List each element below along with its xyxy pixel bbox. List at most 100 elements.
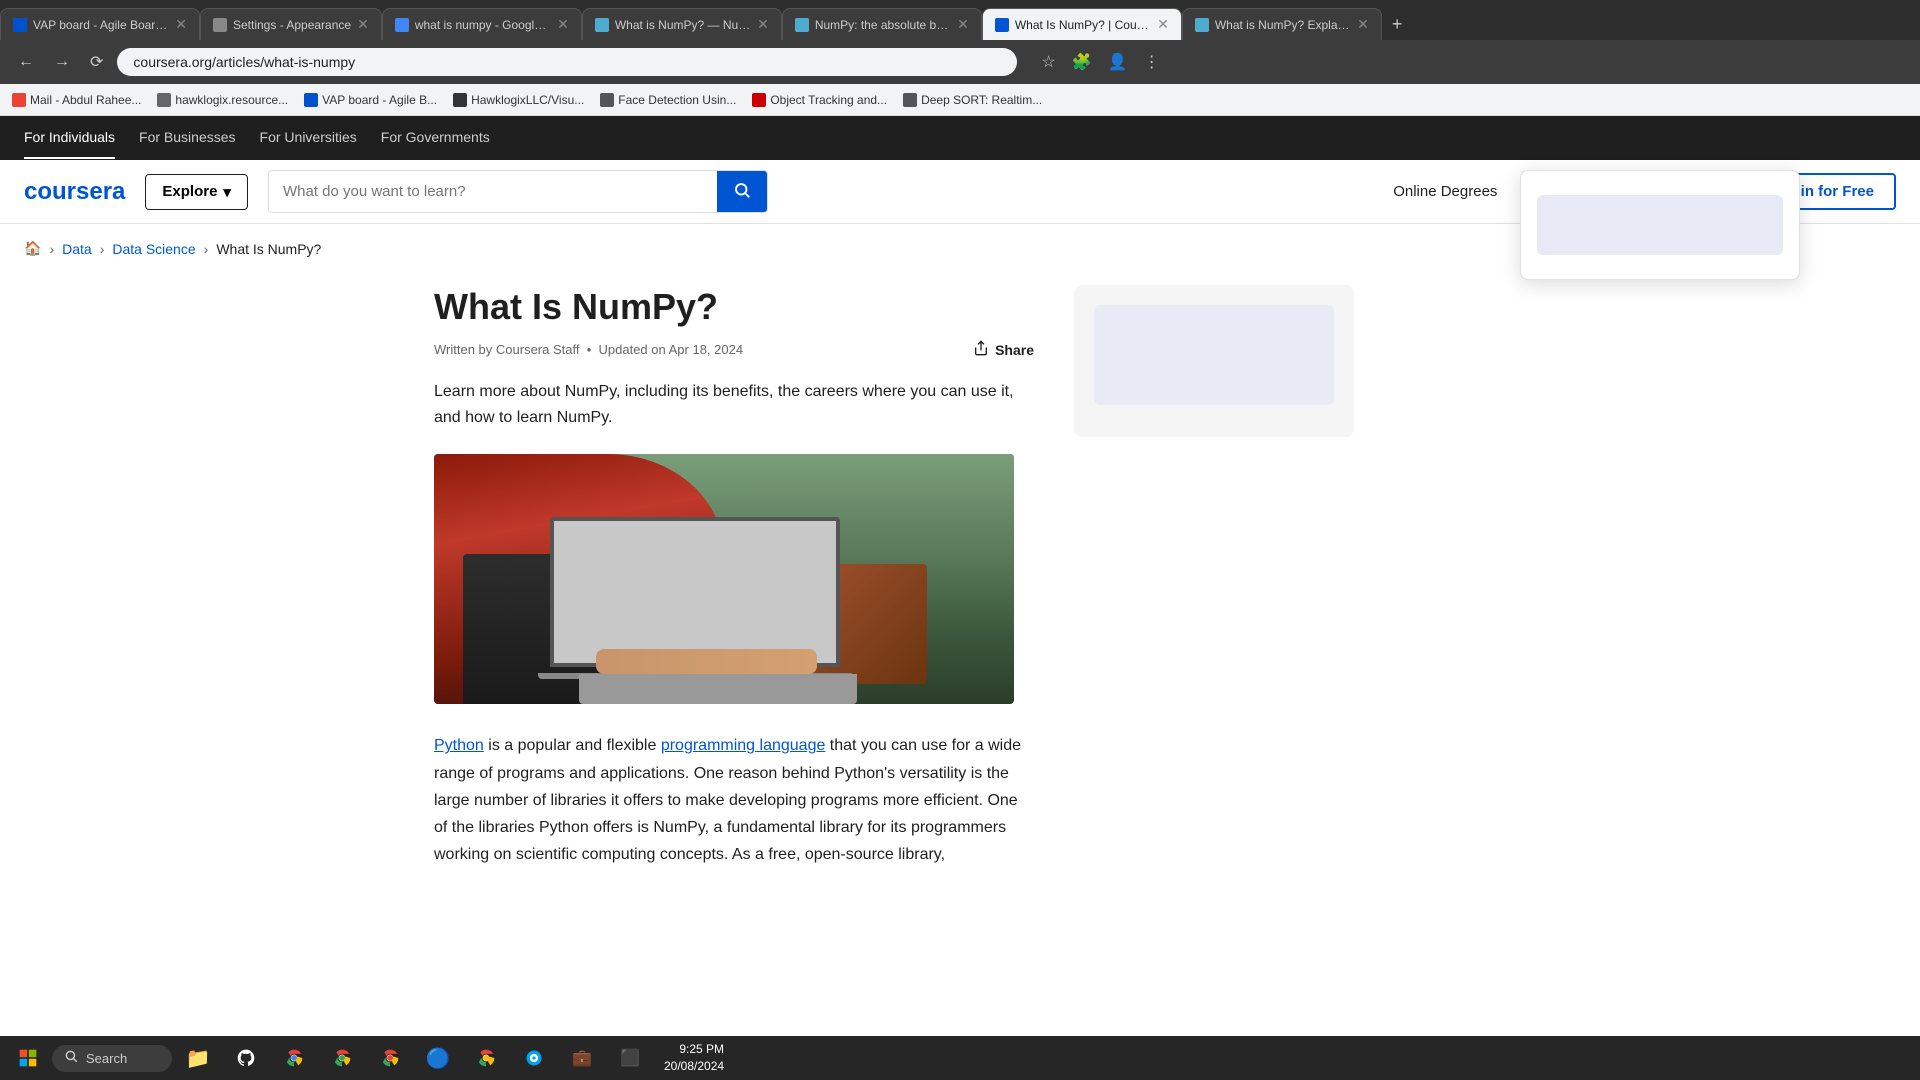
bookmark-mail[interactable]: Mail - Abdul Rahee... [12,93,141,107]
tab-favicon-numpy-v2 [595,18,609,32]
bookmark-favicon-hawk [157,93,171,107]
search-icon [733,181,751,202]
tab-numpy-explain[interactable]: What is NumPy? Explaining h... ✕ [1182,8,1382,40]
bookmark-face-detection[interactable]: Face Detection Usin... [600,93,736,107]
profile-button[interactable]: 👤 [1104,48,1132,76]
tab-close-settings[interactable]: ✕ [357,16,369,33]
taskbar: Search 📁 🔵 [0,1036,1920,1080]
clock-time: 9:25 PM [664,1041,724,1058]
breadcrumb-home[interactable]: 🏠 [24,240,41,257]
article-title: What Is NumPy? [434,285,1034,328]
home-icon: 🏠 [24,240,41,256]
bookmark-label-track: Object Tracking and... [770,93,887,107]
bookmark-label-vap: VAP board - Agile B... [322,93,437,107]
tab-close-numpy-v2[interactable]: ✕ [757,16,769,33]
tab-close-google[interactable]: ✕ [557,16,569,33]
article-meta: Written by Coursera Staff • Updated on A… [434,340,1034,359]
nav-item-businesses[interactable]: For Businesses [139,117,235,159]
taskbar-search-icon [64,1049,78,1068]
breadcrumb-sep-1: › [100,241,105,257]
taskbar-file-explorer[interactable]: 📁 [176,1040,220,1076]
share-button[interactable]: Share [973,340,1034,359]
breadcrumb-data[interactable]: Data [62,241,92,257]
taskbar-teams[interactable]: 💼 [560,1040,604,1076]
nav-item-individuals[interactable]: For Individuals [24,117,115,159]
article-body: Python is a popular and flexible program… [434,732,1034,868]
taskbar-search-label: Search [86,1051,127,1066]
tab-google-numpy[interactable]: what is numpy - Google Search ✕ [382,8,582,40]
sidebar-card-content [1094,305,1334,405]
breadcrumb-sep-0: › [49,241,54,257]
bookmarks-bar: Mail - Abdul Rahee... hawklogix.resource… [0,84,1920,116]
tab-favicon-numpy-abs [795,18,809,32]
bookmark-favicon-vap [304,93,318,107]
new-tab-button[interactable]: + [1382,14,1413,35]
search-button[interactable] [717,171,767,212]
dropdown-panel-inner [1521,171,1799,279]
address-input[interactable] [117,48,1017,76]
tab-numpy-absolute[interactable]: NumPy: the absolute basics fo... ✕ [782,8,982,40]
search-input[interactable] [269,173,717,210]
tab-favicon-google [395,18,409,32]
nav-item-governments[interactable]: For Governments [381,117,490,159]
tab-close-jira[interactable]: ✕ [175,16,187,33]
breadcrumb-data-science[interactable]: Data Science [112,241,195,257]
bookmark-hawklogix[interactable]: hawklogix.resource... [157,93,288,107]
extension-button[interactable]: 🧩 [1068,48,1096,76]
bookmark-favicon-sort [903,93,917,107]
tab-label-settings: Settings - Appearance [233,18,351,32]
tab-label-numpy-abs: NumPy: the absolute basics fo... [815,18,951,32]
bookmark-label-hawk: hawklogix.resource... [175,93,288,107]
address-bar-row: ← → ⟳ ☆ 🧩 👤 ⋮ [0,40,1920,84]
taskbar-app-7[interactable] [512,1040,556,1076]
bookmark-label-llc: HawklogixLLC/Visu... [471,93,584,107]
taskbar-search-box[interactable]: Search [52,1045,172,1072]
sidebar-card [1074,285,1354,437]
breadcrumb-current: What Is NumPy? [216,241,321,257]
bookmark-favicon-mail [12,93,26,107]
clock-date: 20/08/2024 [664,1058,724,1075]
start-button[interactable] [8,1040,48,1076]
tab-favicon-numpy-exp [1195,18,1209,32]
tab-close-numpy-abs[interactable]: ✕ [957,16,969,33]
article-wrapper: What Is NumPy? Written by Coursera Staff… [410,265,1510,868]
tab-label-numpy-v2: What is NumPy? — NumPy v... [615,18,751,32]
taskbar-chrome-1[interactable] [272,1040,316,1076]
tab-numpy-v2[interactable]: What is NumPy? — NumPy v... ✕ [582,8,782,40]
explore-chevron-icon: ▾ [223,183,231,201]
tab-favicon-jira [13,18,27,32]
taskbar-app-5[interactable]: 🔵 [416,1040,460,1076]
bookmark-button[interactable]: ☆ [1037,48,1059,76]
bookmark-favicon-face [600,93,614,107]
article-sidebar [1074,265,1354,868]
menu-button[interactable]: ⋮ [1140,48,1164,76]
coursera-logo[interactable]: coursera [24,178,125,206]
bookmark-vap[interactable]: VAP board - Agile B... [304,93,437,107]
forward-button[interactable]: → [48,49,76,75]
bookmark-object-tracking[interactable]: Object Tracking and... [752,93,887,107]
bookmark-deepsort[interactable]: Deep SORT: Realtim... [903,93,1042,107]
explore-button[interactable]: Explore ▾ [145,174,248,210]
refresh-button[interactable]: ⟳ [84,48,109,76]
tab-jira[interactable]: VAP board - Agile Board – Jira ✕ [0,8,200,40]
search-bar [268,170,768,213]
tab-settings[interactable]: Settings - Appearance ✕ [200,8,382,40]
dropdown-content [1537,195,1783,255]
tab-close-numpy-exp[interactable]: ✕ [1357,16,1369,33]
taskbar-app-9[interactable]: ⬛ [608,1040,652,1076]
tab-close-coursera[interactable]: ✕ [1157,16,1169,33]
python-link[interactable]: Python [434,737,484,754]
tab-coursera[interactable]: What Is NumPy? | Coursera ✕ [982,8,1182,40]
tab-favicon-settings [213,18,227,32]
taskbar-chrome-3[interactable] [368,1040,412,1076]
dropdown-panel [1520,170,1800,280]
taskbar-chrome-2[interactable] [320,1040,364,1076]
taskbar-github[interactable] [224,1040,268,1076]
programming-language-link[interactable]: programming language [661,737,826,754]
taskbar-app-6[interactable] [464,1040,508,1076]
nav-item-universities[interactable]: For Universities [260,117,357,159]
back-button[interactable]: ← [12,49,40,75]
bookmark-hawklogix-llc[interactable]: HawklogixLLC/Visu... [453,93,584,107]
bookmark-label-mail: Mail - Abdul Rahee... [30,93,141,107]
online-degrees-link[interactable]: Online Degrees [1393,183,1497,200]
